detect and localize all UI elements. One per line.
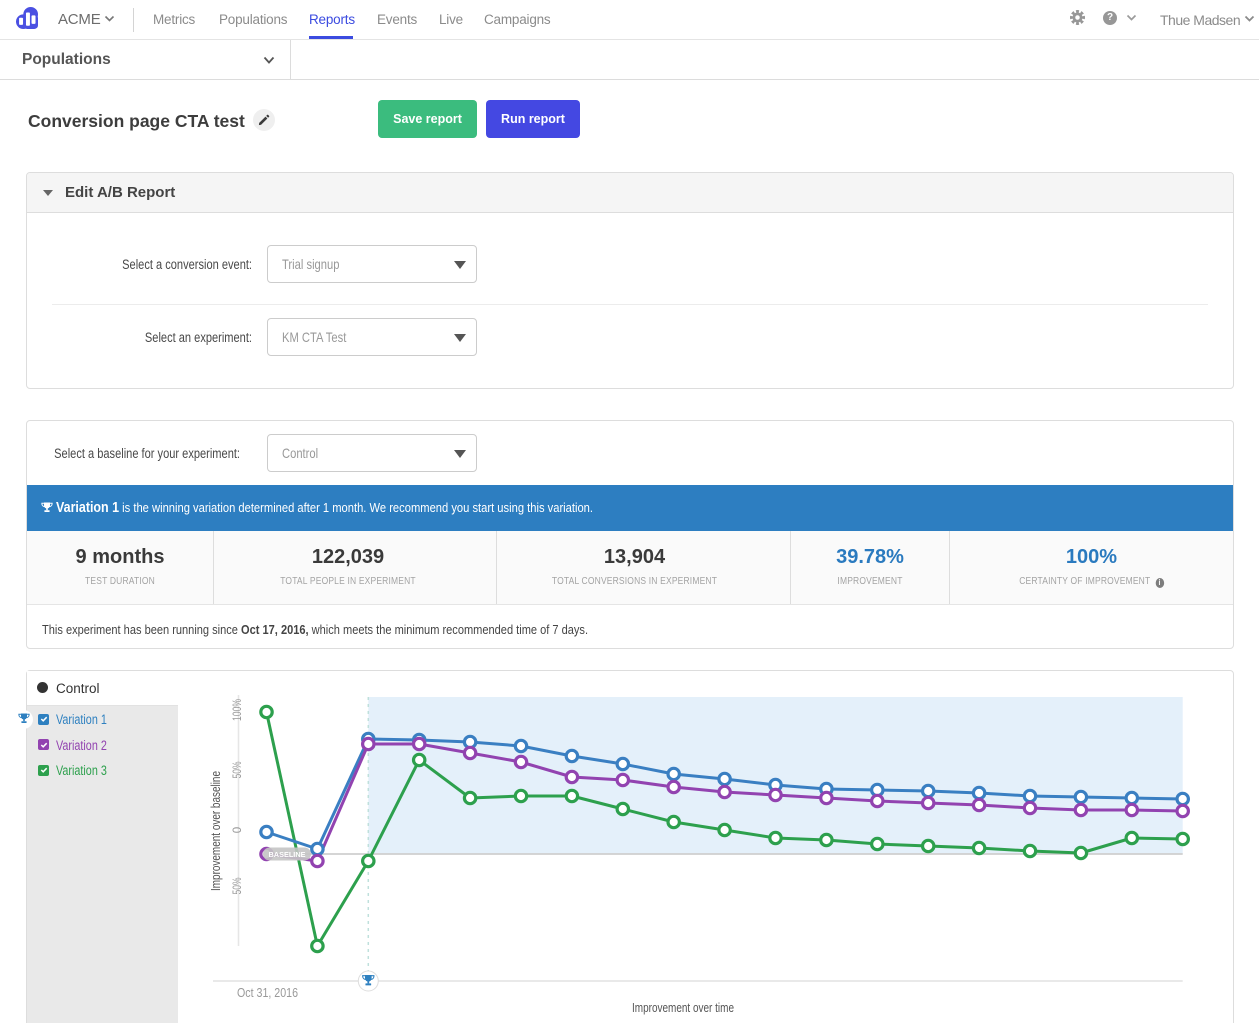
svg-text:0: 0 [232,827,244,833]
svg-text:50%: 50% [232,762,244,779]
svg-text:Oct 31, 2016: Oct 31, 2016 [237,985,298,1000]
svg-text:Improvement over time: Improvement over time [632,1000,734,1015]
svg-text:50%: 50% [232,878,244,895]
svg-text:Improvement over baseline: Improvement over baseline [208,771,223,891]
svg-text:BASELINE: BASELINE [269,850,306,859]
svg-text:100%: 100% [232,699,244,721]
